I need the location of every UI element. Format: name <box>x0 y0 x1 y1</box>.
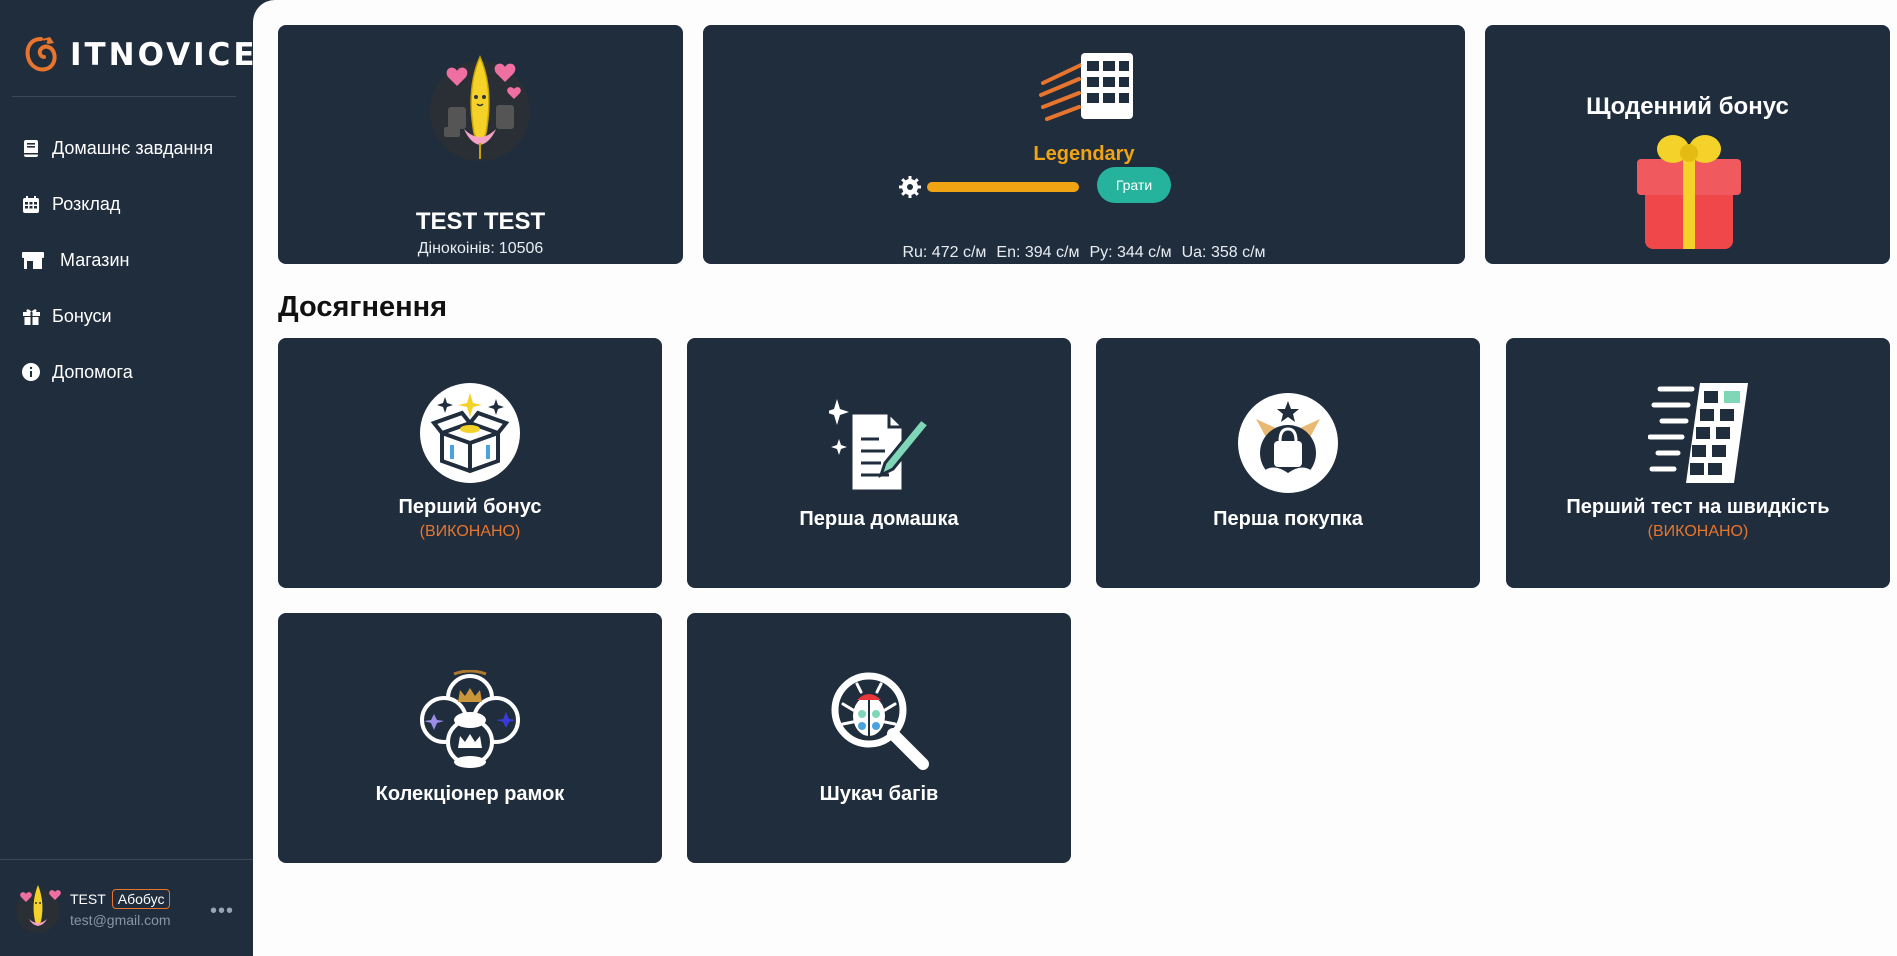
sidebar-item-schedule[interactable]: Розклад <box>22 176 213 232</box>
sidebar-item-bonuses[interactable]: Бонуси <box>22 288 213 344</box>
sidebar-item-label: Бонуси <box>52 305 112 326</box>
achievement-title: Колекціонер рамок <box>375 783 565 805</box>
speed-keyboard-icon <box>1039 53 1133 121</box>
achievement-title: Перша покупка <box>1213 508 1363 530</box>
achievement-title: Перший бонус <box>398 496 542 518</box>
homework-icon <box>829 399 929 493</box>
dino-logo-icon <box>25 37 57 72</box>
achievement-card-first-speed-test[interactable]: Перший тест на швидкість (ВИКОНАНО) <box>1506 338 1890 588</box>
speed-level: Legendary <box>1033 143 1135 165</box>
speed-stats: Ru: 472 с/м En: 394 с/м Ру: 344 с/м Ua: 358… <box>703 244 1465 262</box>
user-name: TEST <box>70 890 106 907</box>
shopping-bag-icon <box>1238 393 1338 493</box>
divider <box>0 859 253 860</box>
user-role-badge: Абобус <box>111 888 171 909</box>
speed-test-card: Legendary Грати Ru: 472 с/м En: 394 с/м Ру… <box>703 25 1465 264</box>
achievement-status: (ВИКОНАНО) <box>419 523 521 540</box>
book-icon <box>22 139 40 157</box>
user-email: test@gmail.com <box>70 911 171 928</box>
achievements-title: Досягнення <box>278 291 448 323</box>
sidebar-item-help[interactable]: Допомога <box>22 344 213 400</box>
sidebar-item-label: Магазин <box>60 249 130 270</box>
sidebar-item-homework[interactable]: Домашнє завдання <box>22 120 213 176</box>
daily-bonus-card[interactable]: Щоденний бонус <box>1485 25 1890 264</box>
bonus-title: Щоденний бонус <box>1586 93 1789 120</box>
box-icon <box>420 383 520 483</box>
achievement-title: Перша домашка <box>799 508 959 530</box>
user-info: TEST Абобус test@gmail.com <box>70 888 171 928</box>
sidebar-item-store[interactable]: Магазин <box>22 232 213 288</box>
achievement-card-first-homework[interactable]: Перша домашка <box>687 338 1071 588</box>
gear-icon <box>899 176 921 198</box>
achievement-title: Перший тест на швидкість <box>1566 496 1830 518</box>
logo[interactable]: ITNOVICE <box>24 30 258 80</box>
profile-avatar[interactable] <box>430 49 530 161</box>
sidebar-item-label: Домашнє завдання <box>52 137 214 158</box>
achievement-card-first-purchase[interactable]: Перша покупка <box>1096 338 1480 588</box>
store-icon <box>22 251 44 269</box>
profile-name: TEST TEST <box>415 208 546 235</box>
sidebar-item-label: Розклад <box>52 193 121 214</box>
profile-card: TEST TEST Дінокоінів: 10506 <box>278 25 683 264</box>
info-icon <box>22 363 40 381</box>
sidebar-nav: Домашнє завдання Розклад Магазин Бонуси … <box>22 120 213 400</box>
bug-search-icon <box>831 672 929 770</box>
gift-icon <box>22 307 40 325</box>
achievement-status: (ВИКОНАНО) <box>1647 523 1749 540</box>
speed-test-icon <box>1648 383 1748 483</box>
stat-ru: Ru: 472 с/м <box>902 244 987 261</box>
stat-ru-cyrillic: Ру: 344 с/м <box>1089 244 1172 261</box>
frames-icon <box>420 670 520 768</box>
sidebar: ITNOVICE Домашнє завдання Розклад Магази… <box>0 0 255 956</box>
calendar-icon <box>22 195 40 213</box>
divider <box>12 96 236 97</box>
coins-balance: Дінокоінів: 10506 <box>278 240 683 258</box>
coins-value: 10506 <box>498 240 544 257</box>
brand-name: ITNOVICE <box>70 37 258 73</box>
coins-label: Дінокоінів: <box>417 240 495 257</box>
main-content: TEST TEST Дінокоінів: 10506 Legendary Гр… <box>253 0 1897 956</box>
user-footer[interactable]: TEST Абобус test@gmail.com ••• <box>12 876 242 940</box>
speed-progress-bar <box>927 182 1079 192</box>
achievement-card-first-bonus[interactable]: Перший бонус (ВИКОНАНО) <box>278 338 662 588</box>
achievement-card-bug-hunter[interactable]: Шукач багів <box>687 613 1071 863</box>
stat-ua: Ua: 358 с/м <box>1181 244 1266 261</box>
achievement-card-frame-collector[interactable]: Колекціонер рамок <box>278 613 662 863</box>
avatar[interactable] <box>12 877 64 939</box>
gift-box-icon[interactable] <box>1637 129 1741 253</box>
more-options-icon[interactable]: ••• <box>210 900 234 923</box>
sidebar-item-label: Допомога <box>52 361 133 382</box>
play-button[interactable]: Грати <box>1097 167 1171 203</box>
achievement-title: Шукач багів <box>819 783 939 805</box>
stat-en: En: 394 с/м <box>996 244 1080 261</box>
